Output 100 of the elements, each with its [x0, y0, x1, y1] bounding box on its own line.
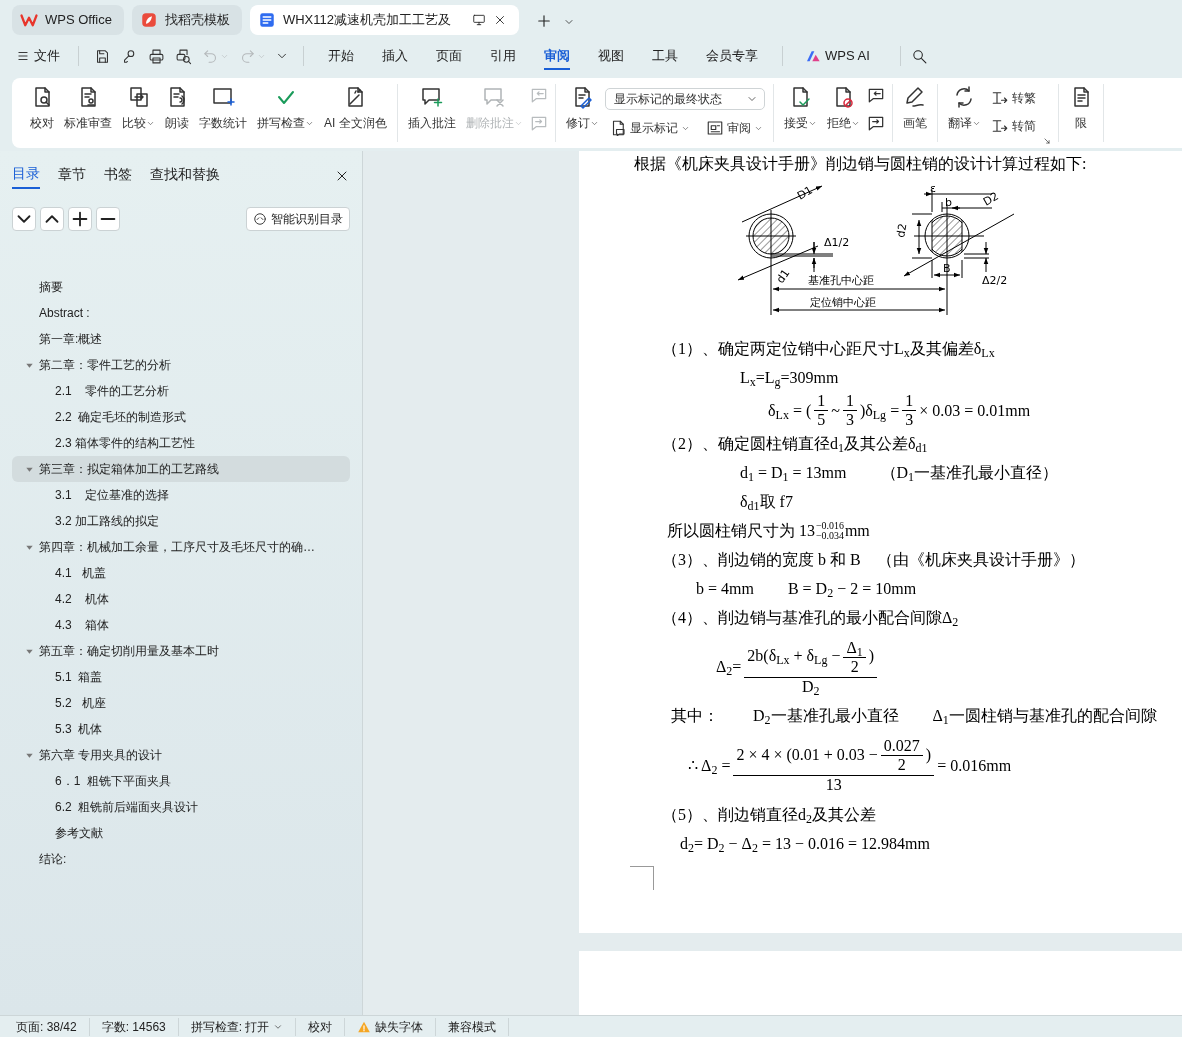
dimension-label: 基准孔中心距 — [808, 274, 874, 287]
fraction-denominator: 5 — [817, 411, 826, 429]
leaf-logo-icon — [139, 11, 158, 29]
formula: L$_{x}$=L$_{g}$=309mm — [740, 367, 839, 390]
panel-tab[interactable]: 章节 — [58, 164, 86, 188]
chevron-down-icon[interactable] — [12, 207, 36, 231]
chevron-up-icon[interactable] — [40, 207, 64, 231]
toc-item[interactable]: 4.1 机盖 — [12, 560, 350, 586]
formula: × 0.03 = 0.01mm — [919, 400, 1031, 421]
ribbon-button[interactable]: 标准审查 — [60, 84, 116, 133]
toc-item[interactable]: 6.2 粗铣前后端面夹具设计 — [12, 794, 350, 820]
paragraph: mm — [844, 521, 870, 542]
formula: ∴ Δ$_{2}$ = — [688, 755, 731, 778]
ribbon-button[interactable]: 画笔 — [898, 84, 931, 133]
toc-item[interactable]: 摘要 — [12, 274, 350, 300]
ribbon-button[interactable]: 翻译 — [943, 84, 985, 133]
window-tab[interactable]: WPS Office — [12, 5, 124, 35]
comment-plus-icon — [419, 85, 444, 109]
status-button[interactable]: 拼写检查: 打开 — [178, 1017, 297, 1036]
window-tab[interactable]: WHX112减速机壳加工工艺及 — [249, 5, 519, 35]
toc-item[interactable]: 3.2 加工路线的拟定 — [12, 508, 350, 534]
print-preview-icon[interactable] — [175, 47, 192, 65]
toc-item[interactable]: 2.1 零件的工艺分析 — [12, 378, 350, 404]
status-button[interactable]: 缺失字体 — [345, 1017, 437, 1036]
dimension-label: Δ2/2 — [982, 274, 1008, 287]
step-heading: （5）、削边销直径d$_{2}$及其公差 — [662, 804, 876, 827]
toc-item[interactable]: 第二章：零件工艺的分析 — [12, 352, 350, 378]
plus-icon[interactable] — [68, 207, 92, 231]
ribbon-button[interactable]: 朗读 — [161, 84, 193, 133]
menu-tab[interactable]: 引用 — [490, 42, 516, 70]
ribbon-button[interactable]: 限 — [1064, 84, 1097, 133]
toc-item[interactable]: 4.2 机体 — [12, 586, 350, 612]
menu-tab[interactable]: 视图 — [598, 42, 624, 70]
new-tab-icon[interactable] — [535, 12, 553, 30]
toc-item[interactable]: 5.2 机座 — [12, 690, 350, 716]
ribbon-button[interactable]: AI 全文润色 — [320, 84, 391, 133]
toc-item[interactable]: 第六章 专用夹具的设计 — [12, 742, 350, 768]
menu-tab[interactable]: 工具 — [652, 42, 678, 70]
zigzag-logo-icon — [20, 11, 38, 29]
ribbon-button[interactable]: 拼写检查 — [253, 84, 318, 133]
save-icon[interactable] — [94, 47, 111, 65]
view-select[interactable]: 显示标记的最终状态 — [604, 88, 765, 110]
ribbon-button[interactable]: 拒绝 — [822, 84, 864, 133]
toc-item[interactable]: 第五章：确定切削用量及基本工时 — [12, 638, 350, 664]
toc-item[interactable]: 5.3 机体 — [12, 716, 350, 742]
ribbon-button[interactable]: 插入批注 — [403, 84, 460, 133]
ribbon-button[interactable]: 转简 — [986, 116, 1040, 136]
dialog-launcher-icon[interactable] — [1041, 136, 1052, 146]
panel-tab[interactable]: 书签 — [104, 164, 132, 188]
ribbon-button[interactable]: 校对 — [26, 84, 58, 133]
toc-item[interactable]: 2.3 箱体零件的结构工艺性 — [12, 430, 350, 456]
print-icon[interactable] — [148, 47, 165, 65]
toc-item[interactable]: 5.1 箱盖 — [12, 664, 350, 690]
margin-corner-mark — [630, 866, 654, 891]
toc-item[interactable]: 第一章:概述 — [12, 326, 350, 352]
ribbon-button[interactable]: 字数统计 — [195, 84, 251, 133]
window-tab[interactable]: 找稻壳模板 — [131, 5, 242, 35]
toc-item[interactable]: 4.3 箱体 — [12, 612, 350, 638]
step-heading: （1）、确定两定位销中心距尺寸L$_{x}$及其偏差δ$_{Lx}$ — [662, 338, 995, 361]
toc-item[interactable]: 6．1 粗铣下平面夹具 — [12, 768, 350, 794]
fraction-numerator: ) — [868, 647, 875, 665]
menu-tab[interactable]: 开始 — [328, 42, 354, 70]
monitor-icon[interactable] — [472, 13, 486, 27]
fraction-numerator: 2 × 4 × (0.01 + 0.03 − — [736, 745, 878, 763]
menu-tab[interactable]: 会员专享 — [706, 42, 758, 70]
toc-item[interactable]: 第四章：机械加工余量，工序尺寸及毛坯尺寸的确… — [12, 534, 350, 560]
ribbon-button[interactable]: 转繁 — [986, 88, 1040, 108]
file-menu[interactable]: 文件 — [16, 42, 60, 70]
toc-item[interactable]: 参考文献 — [12, 820, 350, 846]
paragraph: Δ$_{1}$一圆柱销与基准孔的配合间隙 — [932, 706, 1157, 729]
search-icon[interactable] — [910, 47, 928, 65]
fraction-denominator: 2 — [850, 658, 859, 676]
toc-item[interactable]: 第三章：拟定箱体加工的工艺路线 — [12, 456, 350, 482]
ribbon-button[interactable]: 审阅 — [701, 118, 767, 138]
ribbon-button[interactable]: 显示标记 — [604, 118, 694, 138]
smart-toc-button[interactable]: 智能识别目录 — [246, 207, 350, 231]
menu-tab[interactable]: 插入 — [382, 42, 408, 70]
status-button[interactable]: 校对 — [296, 1017, 346, 1036]
panel-tab[interactable]: 查找和替换 — [150, 164, 220, 188]
ai-button[interactable]: WPS AI — [805, 42, 870, 70]
close-icon[interactable] — [493, 13, 507, 27]
toc-item[interactable]: Abstract : — [12, 300, 350, 326]
ribbon-button[interactable]: 接受 — [779, 84, 821, 133]
ai-logo-icon — [805, 48, 821, 64]
toc-item[interactable]: 3.1 定位基准的选择 — [12, 482, 350, 508]
step-heading: （2）、确定圆柱销直径d$_{1}$及其公差δ$_{d1}$ — [662, 434, 928, 457]
panel-tab[interactable]: 目录 — [12, 163, 40, 189]
fraction-numerator: 1 — [905, 392, 914, 409]
ribbon-button[interactable]: 修订 — [561, 84, 603, 133]
menu-tab[interactable]: 页面 — [436, 42, 462, 70]
toc-item[interactable]: 结论: — [12, 846, 350, 872]
ribbon-button[interactable]: 比较 — [118, 84, 159, 133]
menu-tab[interactable]: 审阅 — [544, 42, 570, 70]
step-heading: （4）、削边销与基准孔的最小配合间隙Δ$_{2}$ — [662, 608, 959, 631]
formula: ~ — [831, 400, 840, 421]
paragraph: 其中： — [671, 706, 719, 727]
toc-item[interactable]: 2.2 确定毛坯的制造形式 — [12, 404, 350, 430]
menu-icon — [16, 49, 30, 63]
minus-icon[interactable] — [96, 207, 120, 231]
fraction-numerator: 2b(δ$_{Lx}$ + δ$_{Lg}$ − — [747, 647, 841, 665]
